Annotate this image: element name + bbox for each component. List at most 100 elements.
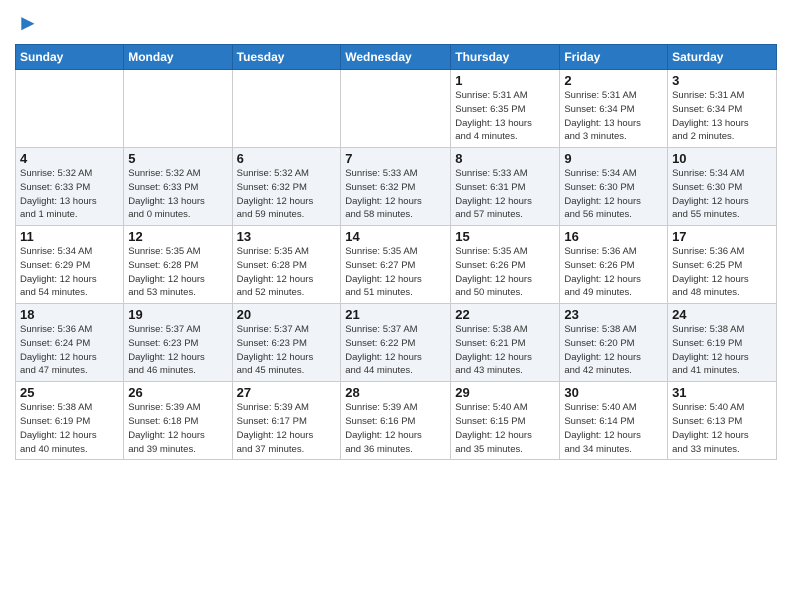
page-container: ► Sunday Monday Tuesday Wednesday Thursd… (0, 0, 792, 465)
calendar-cell: 14Sunrise: 5:35 AM Sunset: 6:27 PM Dayli… (341, 226, 451, 304)
day-info: Sunrise: 5:38 AM Sunset: 6:21 PM Dayligh… (455, 323, 555, 378)
calendar-cell: 27Sunrise: 5:39 AM Sunset: 6:17 PM Dayli… (232, 382, 341, 460)
calendar-cell: 29Sunrise: 5:40 AM Sunset: 6:15 PM Dayli… (451, 382, 560, 460)
header: ► (15, 10, 777, 36)
calendar-cell: 21Sunrise: 5:37 AM Sunset: 6:22 PM Dayli… (341, 304, 451, 382)
day-number: 23 (564, 307, 663, 322)
day-info: Sunrise: 5:34 AM Sunset: 6:30 PM Dayligh… (672, 167, 772, 222)
calendar-cell: 15Sunrise: 5:35 AM Sunset: 6:26 PM Dayli… (451, 226, 560, 304)
calendar-cell: 16Sunrise: 5:36 AM Sunset: 6:26 PM Dayli… (560, 226, 668, 304)
calendar-cell: 6Sunrise: 5:32 AM Sunset: 6:32 PM Daylig… (232, 148, 341, 226)
day-info: Sunrise: 5:33 AM Sunset: 6:31 PM Dayligh… (455, 167, 555, 222)
day-info: Sunrise: 5:35 AM Sunset: 6:27 PM Dayligh… (345, 245, 446, 300)
day-info: Sunrise: 5:36 AM Sunset: 6:24 PM Dayligh… (20, 323, 119, 378)
calendar-week-row: 25Sunrise: 5:38 AM Sunset: 6:19 PM Dayli… (16, 382, 777, 460)
header-wednesday: Wednesday (341, 45, 451, 70)
day-info: Sunrise: 5:33 AM Sunset: 6:32 PM Dayligh… (345, 167, 446, 222)
day-info: Sunrise: 5:36 AM Sunset: 6:26 PM Dayligh… (564, 245, 663, 300)
day-number: 11 (20, 229, 119, 244)
day-info: Sunrise: 5:39 AM Sunset: 6:16 PM Dayligh… (345, 401, 446, 456)
logo-arrow-icon: ► (17, 10, 39, 36)
day-number: 3 (672, 73, 772, 88)
day-number: 30 (564, 385, 663, 400)
day-number: 24 (672, 307, 772, 322)
day-info: Sunrise: 5:40 AM Sunset: 6:14 PM Dayligh… (564, 401, 663, 456)
calendar-cell: 18Sunrise: 5:36 AM Sunset: 6:24 PM Dayli… (16, 304, 124, 382)
day-info: Sunrise: 5:32 AM Sunset: 6:32 PM Dayligh… (237, 167, 337, 222)
day-info: Sunrise: 5:34 AM Sunset: 6:30 PM Dayligh… (564, 167, 663, 222)
calendar-table: Sunday Monday Tuesday Wednesday Thursday… (15, 44, 777, 460)
day-info: Sunrise: 5:38 AM Sunset: 6:20 PM Dayligh… (564, 323, 663, 378)
calendar-cell: 25Sunrise: 5:38 AM Sunset: 6:19 PM Dayli… (16, 382, 124, 460)
calendar-cell: 26Sunrise: 5:39 AM Sunset: 6:18 PM Dayli… (124, 382, 232, 460)
day-number: 29 (455, 385, 555, 400)
calendar-cell: 4Sunrise: 5:32 AM Sunset: 6:33 PM Daylig… (16, 148, 124, 226)
day-number: 12 (128, 229, 227, 244)
calendar-cell: 30Sunrise: 5:40 AM Sunset: 6:14 PM Dayli… (560, 382, 668, 460)
day-number: 1 (455, 73, 555, 88)
calendar-cell: 19Sunrise: 5:37 AM Sunset: 6:23 PM Dayli… (124, 304, 232, 382)
day-info: Sunrise: 5:34 AM Sunset: 6:29 PM Dayligh… (20, 245, 119, 300)
calendar-cell: 3Sunrise: 5:31 AM Sunset: 6:34 PM Daylig… (668, 70, 777, 148)
calendar-week-row: 1Sunrise: 5:31 AM Sunset: 6:35 PM Daylig… (16, 70, 777, 148)
day-number: 27 (237, 385, 337, 400)
day-info: Sunrise: 5:38 AM Sunset: 6:19 PM Dayligh… (20, 401, 119, 456)
calendar-cell (124, 70, 232, 148)
day-info: Sunrise: 5:37 AM Sunset: 6:23 PM Dayligh… (128, 323, 227, 378)
calendar-cell: 31Sunrise: 5:40 AM Sunset: 6:13 PM Dayli… (668, 382, 777, 460)
calendar-cell: 9Sunrise: 5:34 AM Sunset: 6:30 PM Daylig… (560, 148, 668, 226)
day-info: Sunrise: 5:35 AM Sunset: 6:28 PM Dayligh… (128, 245, 227, 300)
day-number: 8 (455, 151, 555, 166)
header-monday: Monday (124, 45, 232, 70)
day-number: 14 (345, 229, 446, 244)
day-number: 16 (564, 229, 663, 244)
calendar-cell: 28Sunrise: 5:39 AM Sunset: 6:16 PM Dayli… (341, 382, 451, 460)
day-number: 2 (564, 73, 663, 88)
day-number: 17 (672, 229, 772, 244)
calendar-cell: 2Sunrise: 5:31 AM Sunset: 6:34 PM Daylig… (560, 70, 668, 148)
day-info: Sunrise: 5:31 AM Sunset: 6:34 PM Dayligh… (672, 89, 772, 144)
day-info: Sunrise: 5:39 AM Sunset: 6:17 PM Dayligh… (237, 401, 337, 456)
day-number: 22 (455, 307, 555, 322)
day-info: Sunrise: 5:32 AM Sunset: 6:33 PM Dayligh… (128, 167, 227, 222)
day-number: 19 (128, 307, 227, 322)
calendar-cell: 17Sunrise: 5:36 AM Sunset: 6:25 PM Dayli… (668, 226, 777, 304)
calendar-cell: 20Sunrise: 5:37 AM Sunset: 6:23 PM Dayli… (232, 304, 341, 382)
day-number: 4 (20, 151, 119, 166)
day-info: Sunrise: 5:37 AM Sunset: 6:23 PM Dayligh… (237, 323, 337, 378)
day-number: 5 (128, 151, 227, 166)
calendar-cell: 1Sunrise: 5:31 AM Sunset: 6:35 PM Daylig… (451, 70, 560, 148)
day-number: 6 (237, 151, 337, 166)
calendar-cell: 24Sunrise: 5:38 AM Sunset: 6:19 PM Dayli… (668, 304, 777, 382)
day-info: Sunrise: 5:35 AM Sunset: 6:28 PM Dayligh… (237, 245, 337, 300)
day-info: Sunrise: 5:31 AM Sunset: 6:34 PM Dayligh… (564, 89, 663, 144)
calendar-cell: 7Sunrise: 5:33 AM Sunset: 6:32 PM Daylig… (341, 148, 451, 226)
day-info: Sunrise: 5:32 AM Sunset: 6:33 PM Dayligh… (20, 167, 119, 222)
day-info: Sunrise: 5:31 AM Sunset: 6:35 PM Dayligh… (455, 89, 555, 144)
header-saturday: Saturday (668, 45, 777, 70)
day-number: 20 (237, 307, 337, 322)
day-number: 7 (345, 151, 446, 166)
calendar-cell (341, 70, 451, 148)
day-number: 9 (564, 151, 663, 166)
day-number: 31 (672, 385, 772, 400)
calendar-cell: 22Sunrise: 5:38 AM Sunset: 6:21 PM Dayli… (451, 304, 560, 382)
header-tuesday: Tuesday (232, 45, 341, 70)
day-info: Sunrise: 5:35 AM Sunset: 6:26 PM Dayligh… (455, 245, 555, 300)
header-thursday: Thursday (451, 45, 560, 70)
day-info: Sunrise: 5:37 AM Sunset: 6:22 PM Dayligh… (345, 323, 446, 378)
calendar-cell: 12Sunrise: 5:35 AM Sunset: 6:28 PM Dayli… (124, 226, 232, 304)
day-number: 25 (20, 385, 119, 400)
logo: ► (15, 10, 39, 36)
day-number: 15 (455, 229, 555, 244)
day-info: Sunrise: 5:38 AM Sunset: 6:19 PM Dayligh… (672, 323, 772, 378)
calendar-week-row: 4Sunrise: 5:32 AM Sunset: 6:33 PM Daylig… (16, 148, 777, 226)
day-number: 18 (20, 307, 119, 322)
day-info: Sunrise: 5:40 AM Sunset: 6:13 PM Dayligh… (672, 401, 772, 456)
calendar-cell: 11Sunrise: 5:34 AM Sunset: 6:29 PM Dayli… (16, 226, 124, 304)
header-sunday: Sunday (16, 45, 124, 70)
header-friday: Friday (560, 45, 668, 70)
calendar-cell (232, 70, 341, 148)
day-number: 26 (128, 385, 227, 400)
day-info: Sunrise: 5:40 AM Sunset: 6:15 PM Dayligh… (455, 401, 555, 456)
